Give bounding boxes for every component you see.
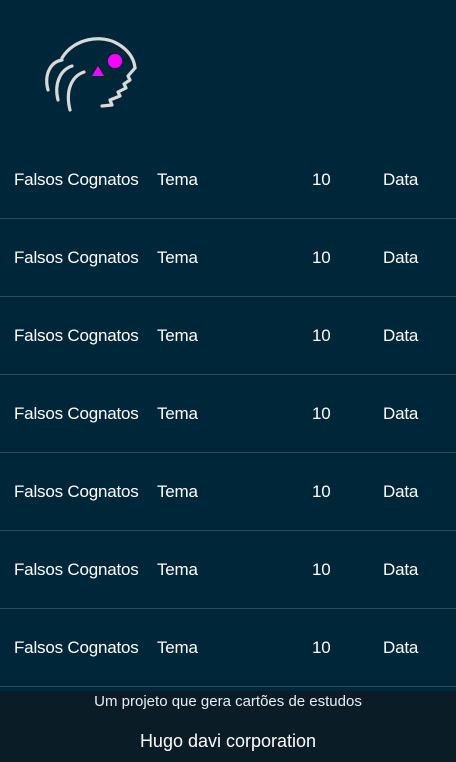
deck-title: Falsos Cognatos (14, 481, 139, 501)
deck-title: Falsos Cognatos (14, 325, 139, 345)
deck-date: Data (383, 247, 419, 267)
deck-title: Falsos Cognatos (14, 403, 139, 423)
card-count: 10 (312, 325, 331, 345)
deck-list: Falsos Cognatos Tema 10 Data Falsos Cogn… (0, 141, 456, 687)
footer: Um projeto que gera cartões de estudos H… (0, 691, 456, 762)
deck-theme: Tema (157, 559, 198, 579)
footer-tagline: Um projeto que gera cartões de estudos (94, 693, 362, 710)
brain-head-icon (45, 37, 137, 112)
footer-company: Hugo davi corporation (139, 731, 317, 751)
deck-title: Falsos Cognatos (14, 637, 139, 657)
list-item[interactable]: Falsos Cognatos Tema 10 Data (0, 609, 456, 687)
logo[interactable] (40, 30, 140, 116)
deck-theme: Tema (157, 481, 198, 501)
deck-theme: Tema (157, 637, 198, 657)
deck-theme: Tema (157, 247, 198, 267)
list-item[interactable]: Falsos Cognatos Tema 10 Data (0, 297, 456, 375)
app-page: Falsos Cognatos Tema 10 Data Falsos Cogn… (0, 0, 456, 762)
deck-theme: Tema (157, 403, 198, 423)
list-item[interactable]: Falsos Cognatos Tema 10 Data (0, 141, 456, 219)
deck-date: Data (383, 637, 419, 657)
deck-date: Data (383, 325, 419, 345)
deck-date: Data (383, 169, 419, 189)
list-item[interactable]: Falsos Cognatos Tema 10 Data (0, 219, 456, 297)
deck-date: Data (383, 559, 419, 579)
list-item[interactable]: Falsos Cognatos Tema 10 Data (0, 531, 456, 609)
card-count: 10 (312, 481, 331, 501)
deck-title: Falsos Cognatos (14, 247, 139, 267)
card-count: 10 (312, 403, 331, 423)
card-count: 10 (312, 637, 331, 657)
deck-date: Data (383, 481, 419, 501)
deck-theme: Tema (157, 169, 198, 189)
deck-theme: Tema (157, 325, 198, 345)
list-item[interactable]: Falsos Cognatos Tema 10 Data (0, 453, 456, 531)
card-count: 10 (312, 247, 331, 267)
list-item[interactable]: Falsos Cognatos Tema 10 Data (0, 375, 456, 453)
deck-title: Falsos Cognatos (14, 559, 139, 579)
card-count: 10 (312, 169, 331, 189)
deck-title: Falsos Cognatos (14, 169, 139, 189)
deck-date: Data (383, 403, 419, 423)
card-count: 10 (312, 559, 331, 579)
